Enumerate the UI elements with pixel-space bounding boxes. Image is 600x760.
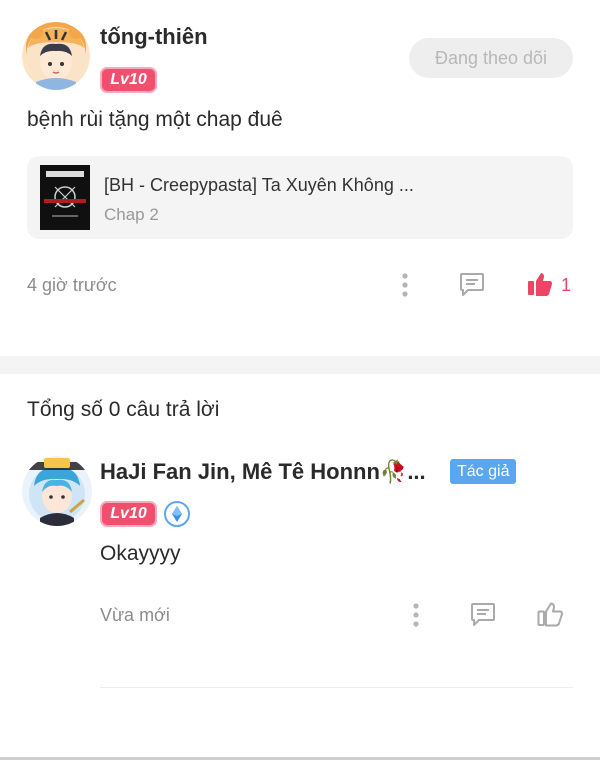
level-badge: Lv10: [100, 67, 157, 93]
thumbs-up-icon[interactable]: [534, 598, 566, 630]
comment-post: tống-thiên Lv10 Đang theo dõi bệnh rùi t…: [0, 0, 600, 356]
verified-icon: [164, 501, 190, 527]
more-vertical-icon[interactable]: [393, 270, 417, 300]
reply-level-badge: Lv10: [100, 501, 157, 527]
reply-avatar[interactable]: [22, 456, 92, 526]
comment-time: 4 giờ trước: [27, 275, 117, 295]
username[interactable]: tống-thiên: [100, 24, 208, 50]
author-badge: Tác giả: [450, 459, 517, 484]
thumbs-up-icon[interactable]: [524, 268, 556, 300]
chapter-number: Chap 2: [104, 205, 159, 224]
reply-divider: [100, 687, 573, 688]
following-button[interactable]: Đang theo dõi: [409, 38, 573, 78]
reply-username[interactable]: HaJi Fan Jin, Mê Tê Honnn🥀...: [100, 459, 426, 485]
comment-icon[interactable]: [456, 268, 488, 300]
more-vertical-icon[interactable]: [404, 600, 428, 630]
comment-icon[interactable]: [467, 598, 499, 630]
reply-text: Okayyyy: [100, 542, 181, 565]
user-avatar[interactable]: [22, 22, 90, 90]
comment-text: bệnh rùi tặng một chap đuê: [27, 108, 283, 131]
like-count: 1: [561, 275, 572, 295]
replies-count: Tổng số 0 câu trả lời: [27, 398, 220, 421]
chapter-title: [BH - Creepypasta] Ta Xuyên Không ...: [104, 175, 414, 195]
reply-time: Vừa mới: [100, 605, 170, 625]
chapter-thumbnail: [40, 165, 90, 230]
section-divider: [0, 356, 600, 374]
chapter-card[interactable]: [BH - Creepypasta] Ta Xuyên Không ... Ch…: [27, 156, 573, 239]
